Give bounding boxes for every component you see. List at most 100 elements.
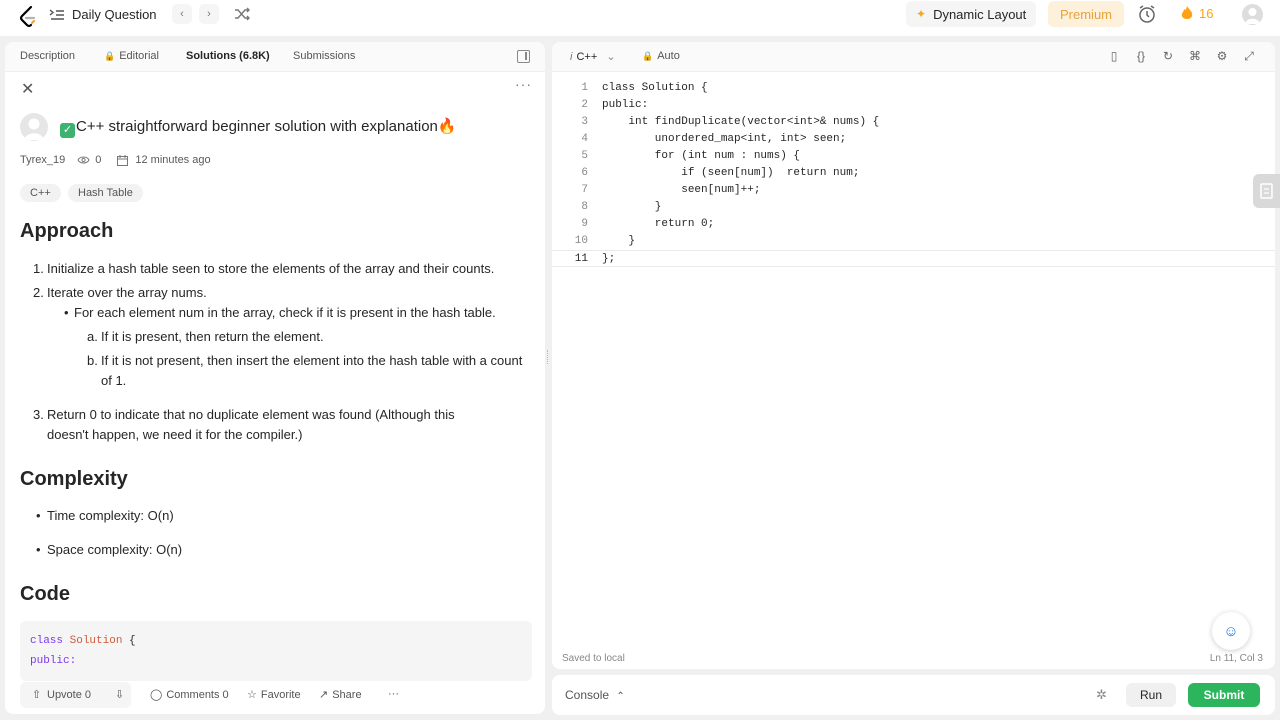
top-navbar: Daily Question ‹ › ✦ Dynamic Layout Prem… — [0, 0, 1280, 36]
code-line: 4 unordered_map<int, int> seen; — [552, 131, 1275, 148]
line-number: 5 — [581, 150, 588, 162]
code-editor-panel: i C++ ⌄ 🔒 Auto ▯ {} ↻ ⌘ ⚙ ⤢ 1 class Solutio… — [552, 42, 1275, 669]
list-marker: 3. — [33, 407, 44, 422]
more-options-icon[interactable]: ··· — [515, 76, 532, 92]
favorite-button[interactable]: ☆ Favorite — [247, 688, 301, 702]
code-text: return 0; — [602, 218, 715, 230]
eye-icon — [77, 156, 90, 164]
premium-button[interactable]: Premium — [1048, 1, 1125, 27]
bookmark-icon[interactable]: ▯ — [1107, 49, 1121, 63]
tab-solutions[interactable]: Solutions (6.8K) — [186, 50, 270, 62]
line-number: 11 — [574, 253, 588, 265]
share-button[interactable]: ↗ Share — [319, 688, 362, 702]
line-number: 7 — [581, 184, 588, 196]
author-name[interactable]: Tyrex_19 — [20, 154, 65, 166]
author-avatar[interactable] — [20, 113, 48, 141]
line-number: 3 — [581, 116, 588, 128]
tab-editorial[interactable]: 🔒 Editorial — [104, 50, 159, 62]
alarm-clock-icon[interactable] — [1137, 4, 1157, 24]
chevron-left-icon: ‹ — [180, 8, 184, 20]
list-item: Time complexity: O(n) — [47, 508, 174, 523]
console-toggle[interactable]: Console ⌃ — [565, 688, 625, 702]
list-item: Return 0 to indicate that no duplicate e… — [47, 407, 455, 442]
sparkle-icon: ✦ — [916, 7, 927, 21]
streak-counter[interactable]: 16 — [1180, 5, 1213, 21]
user-icon — [1245, 8, 1260, 24]
reset-icon[interactable]: ↻ — [1161, 49, 1175, 63]
tag-cpp[interactable]: C++ — [20, 184, 61, 202]
settings-gear-icon[interactable]: ⚙ — [1215, 49, 1229, 63]
code-line: 1 class Solution { — [552, 80, 1275, 97]
shortcuts-icon[interactable]: ⌘ — [1188, 49, 1202, 63]
close-icon[interactable]: ✕ — [21, 79, 34, 99]
fullscreen-icon[interactable]: ⤢ — [1242, 49, 1256, 63]
code-text: } — [602, 201, 662, 213]
problem-list-icon[interactable] — [49, 7, 65, 23]
comment-icon: ◯ — [150, 689, 163, 701]
solution-title: ✓ C++ straightforward beginner solution w… — [60, 117, 457, 138]
panel-layout-icon[interactable] — [517, 50, 530, 63]
solution-code-block: class Solution { public: — [20, 621, 532, 681]
assistant-chat-button[interactable]: ☺ — [1212, 612, 1250, 650]
complexity-heading: Complexity — [20, 468, 128, 490]
line-number: 6 — [581, 167, 588, 179]
upvote-button[interactable]: Upvote 0 — [47, 689, 91, 701]
panel-resize-handle[interactable] — [547, 350, 549, 364]
list-marker: 1. — [33, 261, 44, 276]
dynamic-layout-button[interactable]: ✦ Dynamic Layout — [906, 1, 1037, 27]
code-text: unordered_map<int, int> seen; — [602, 133, 847, 145]
more-actions-icon[interactable]: ··· — [388, 688, 399, 700]
code-line: 9 return 0; — [552, 216, 1275, 233]
list-item: Iterate over the array nums. — [47, 285, 207, 300]
daily-question-title[interactable]: Daily Question — [72, 7, 157, 22]
format-braces-icon[interactable]: {} — [1134, 49, 1148, 63]
code-brace: { — [122, 635, 136, 647]
language-select[interactable]: i C++ ⌄ — [570, 50, 616, 63]
comments-button[interactable]: ◯ Comments 0 — [150, 688, 229, 702]
note-icon — [1260, 183, 1273, 199]
solution-meta: Tyrex_19 0 12 minutes ago — [20, 154, 211, 166]
list-marker: • — [36, 542, 41, 557]
share-label: Share — [332, 688, 362, 701]
list-marker: a. — [87, 329, 98, 344]
fire-icon — [1181, 6, 1193, 19]
code-text: for (int num : nums) { — [602, 150, 801, 162]
tab-submissions[interactable]: Submissions — [293, 50, 355, 62]
prev-problem-button[interactable]: ‹ — [172, 4, 192, 24]
upvote-icon[interactable]: ⇧ — [32, 688, 41, 701]
list-marker: b. — [87, 353, 98, 368]
downvote-icon[interactable]: ⇩ — [115, 688, 124, 701]
streak-count: 16 — [1199, 5, 1214, 21]
leetcode-logo-icon[interactable] — [18, 5, 38, 29]
list-marker: • — [64, 305, 69, 320]
code-line: 10 } — [552, 233, 1275, 250]
code-text: if (seen[num]) return num; — [602, 167, 860, 179]
list-item: Initialize a hash table seen to store th… — [47, 261, 495, 276]
upvote-group: ⇧ Upvote 0 ⇩ — [20, 682, 131, 708]
code-line: 2 public: — [552, 97, 1275, 114]
next-problem-button[interactable]: › — [199, 4, 219, 24]
run-button[interactable]: Run — [1126, 683, 1176, 707]
code-text: int findDuplicate(vector<int>& nums) { — [602, 116, 880, 128]
list-item: For each element num in the array, check… — [74, 305, 496, 320]
code-text: } — [602, 235, 636, 247]
side-notes-tab[interactable] — [1253, 174, 1280, 208]
line-number: 4 — [581, 133, 588, 145]
code-line: public: — [30, 655, 77, 667]
posted-time: 12 minutes ago — [135, 154, 211, 166]
submit-button[interactable]: Submit — [1188, 683, 1260, 707]
user-icon — [24, 118, 44, 140]
tab-description[interactable]: Description — [20, 50, 75, 62]
debugger-bug-icon[interactable]: ✲ — [1096, 687, 1107, 703]
user-avatar[interactable] — [1242, 4, 1263, 25]
line-number: 10 — [574, 235, 588, 247]
tag-hash-table[interactable]: Hash Table — [68, 184, 143, 202]
list-item: If it is present, then return the elemen… — [101, 329, 324, 344]
favorite-label: Favorite — [260, 688, 301, 701]
shuffle-icon[interactable] — [234, 6, 250, 22]
chevron-up-icon: ⌃ — [616, 691, 625, 702]
code-text: seen[num]++; — [602, 184, 761, 196]
auto-mode-toggle[interactable]: 🔒 Auto — [642, 50, 680, 62]
console-label: Console — [565, 688, 610, 702]
cursor-position: Ln 11, Col 3 — [1209, 653, 1263, 664]
